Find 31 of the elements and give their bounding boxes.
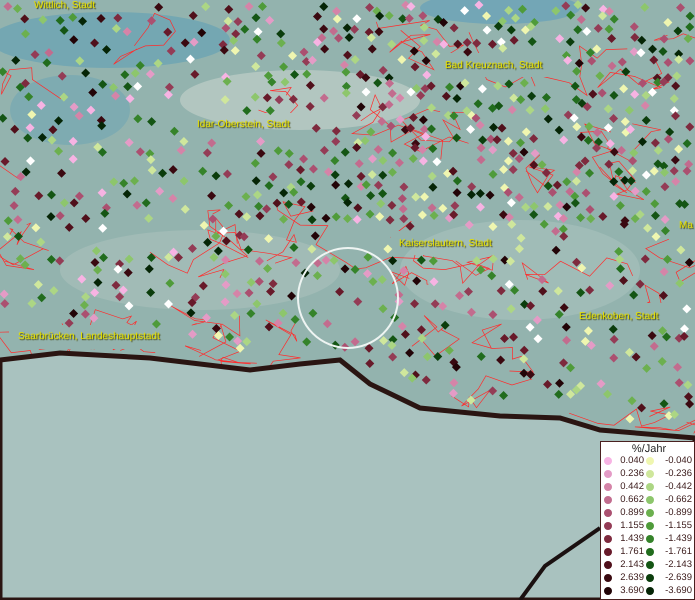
- legend-value: -2.639: [664, 572, 692, 584]
- legend-value: 2.639: [619, 572, 644, 584]
- legend-value: -2.143: [664, 559, 692, 571]
- legend-value: -0.236: [664, 468, 692, 480]
- place-label: Bad Kreuznach, Stadt: [445, 59, 542, 73]
- selection-circle[interactable]: [297, 247, 399, 349]
- legend-value: -0.899: [664, 507, 692, 519]
- legend-value: 2.143: [619, 559, 644, 571]
- legend-value: 1.439: [619, 533, 644, 545]
- legend-value: 1.155: [619, 520, 644, 532]
- legend-value: -0.442: [664, 481, 692, 493]
- place-label: Wittlich, Stadt: [34, 0, 96, 13]
- place-label: Kaiserslautern, Stadt: [399, 237, 492, 251]
- legend-value: -1.761: [664, 546, 692, 558]
- legend-value: -0.662: [664, 494, 692, 506]
- legend-value: 3.690: [619, 585, 644, 597]
- legend-value: 0.236: [619, 468, 644, 480]
- place-label: Edenkoben, Stadt: [579, 310, 659, 324]
- legend-value: -1.439: [664, 533, 692, 545]
- legend-value: -0.040: [664, 455, 692, 467]
- legend-value: 0.040: [619, 455, 644, 467]
- place-label: Idar-Oberstein, Stadt: [197, 118, 290, 132]
- legend-value: -3.690: [664, 585, 692, 597]
- legend-value: 0.442: [619, 481, 644, 493]
- legend-title: %/Jahr: [630, 443, 668, 455]
- place-label: Saarbrücken, Landeshauptstadt: [18, 330, 160, 344]
- legend-value: -1.155: [664, 520, 692, 532]
- legend-value: 0.899: [619, 507, 644, 519]
- legend-value: 1.761: [619, 546, 644, 558]
- legend-value: 0.662: [619, 494, 644, 506]
- place-label: Ma: [679, 219, 693, 233]
